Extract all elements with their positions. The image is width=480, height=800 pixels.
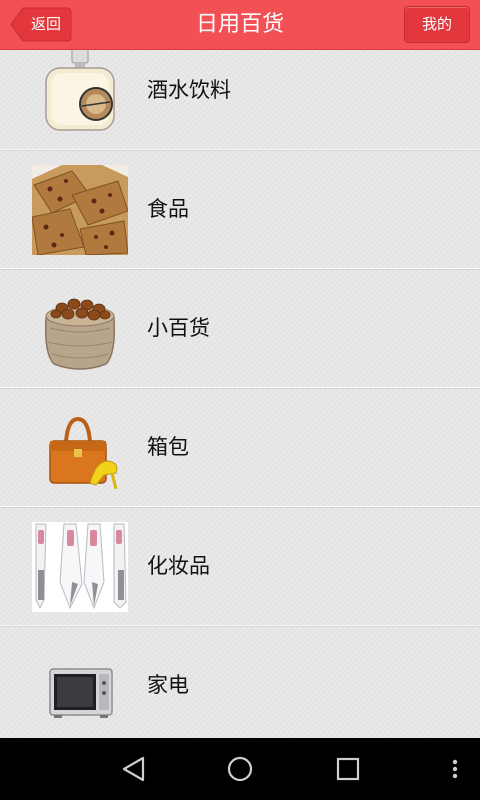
category-label: 酒水饮料	[147, 78, 231, 102]
nav-back-button[interactable]	[110, 738, 158, 800]
nav-overflow-button[interactable]	[440, 738, 470, 800]
category-label: 箱包	[147, 435, 189, 459]
app-header: 返回 日用百货 我的	[0, 0, 480, 50]
cookies-image	[31, 165, 129, 256]
my-account-button[interactable]: 我的	[404, 6, 470, 43]
handbag-shoe-image	[32, 403, 128, 493]
microwave-image	[32, 641, 128, 731]
category-item-bags[interactable]: 箱包	[0, 388, 480, 507]
category-label: 食品	[147, 197, 189, 221]
category-label: 小百货	[147, 316, 210, 340]
beauty-device-image	[32, 522, 128, 612]
recents-icon	[336, 757, 360, 781]
category-item-small-goods[interactable]: 小百货	[0, 269, 480, 388]
category-item-food[interactable]: 食品	[0, 150, 480, 269]
category-list: 酒水饮料 食品 小百货 箱包 化妆品 家电	[0, 50, 480, 738]
nav-recents-button[interactable]	[324, 738, 372, 800]
category-item-appliances[interactable]: 家电	[0, 626, 480, 738]
nav-home-button[interactable]	[216, 738, 264, 800]
overflow-menu-icon	[452, 759, 458, 779]
category-item-drinks[interactable]: 酒水饮料	[0, 50, 480, 150]
nuts-sack-image	[32, 284, 128, 374]
perfume-bottle-icon	[32, 50, 128, 136]
system-nav-bar	[0, 738, 480, 800]
home-icon	[227, 756, 253, 782]
category-item-cosmetics[interactable]: 化妆品	[0, 507, 480, 626]
back-icon	[122, 756, 145, 782]
category-label: 化妆品	[147, 554, 210, 578]
category-label: 家电	[147, 673, 189, 697]
